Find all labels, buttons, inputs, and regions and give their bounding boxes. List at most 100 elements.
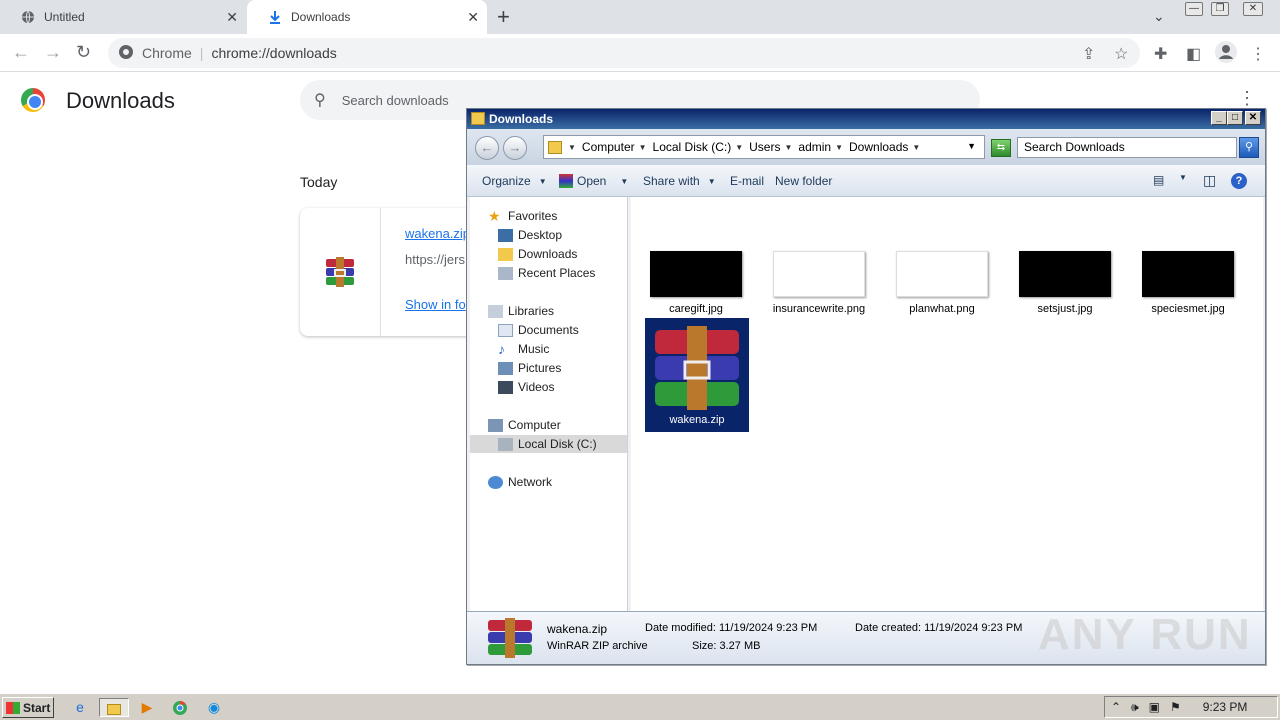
nav-documents[interactable]: Documents xyxy=(498,321,579,339)
file-name: insurancewrite.png xyxy=(772,303,866,315)
chevron-down-icon[interactable]: ▼ xyxy=(735,143,743,152)
details-file-name: wakena.zip xyxy=(547,622,608,636)
preview-pane-icon[interactable]: ◫ xyxy=(1203,172,1216,189)
nav-desktop[interactable]: Desktop xyxy=(498,226,562,244)
file-item[interactable]: speciesmet.jpg xyxy=(1137,251,1239,315)
download-source-url[interactable]: https://jers xyxy=(405,252,465,267)
back-arrow-icon[interactable]: ← xyxy=(12,42,30,63)
forward-arrow-icon[interactable]: → xyxy=(503,136,527,160)
chevron-down-icon[interactable]: ▼ xyxy=(784,143,792,152)
new-tab-button[interactable]: + xyxy=(497,4,510,30)
new-folder-button[interactable]: New folder xyxy=(775,174,832,188)
forward-arrow-icon[interactable]: → xyxy=(44,42,62,63)
nav-music[interactable]: ♪ Music xyxy=(498,340,549,358)
nav-recent-places[interactable]: Recent Places xyxy=(498,264,595,282)
file-item-selected[interactable]: wakena.zip xyxy=(645,318,749,432)
chevron-down-icon[interactable]: ▼ xyxy=(912,143,920,152)
nav-local-disk[interactable]: Local Disk (C:) xyxy=(470,435,627,453)
close-window-icon[interactable]: ✕ xyxy=(1243,2,1263,16)
close-icon[interactable]: ✕ xyxy=(1245,111,1261,125)
open-button[interactable]: Open ▼ xyxy=(559,174,628,188)
nav-network[interactable]: Network xyxy=(488,473,552,491)
folder-icon xyxy=(548,140,562,154)
start-button[interactable]: Start xyxy=(2,697,54,718)
action-center-flag-icon[interactable]: ⚑ xyxy=(1170,700,1181,714)
nav-downloads[interactable]: Downloads xyxy=(498,245,577,263)
chevron-down-icon[interactable]: ▼ xyxy=(1179,173,1187,182)
nav-videos[interactable]: Videos xyxy=(498,378,554,396)
back-arrow-icon[interactable]: ← xyxy=(475,136,499,160)
breadcrumb[interactable]: ▼ Computer ▼ Local Disk (C:) ▼ Users ▼ a… xyxy=(543,135,985,159)
reload-icon[interactable]: ↻ xyxy=(76,42,91,63)
bookmark-star-icon[interactable]: ☆ xyxy=(1114,44,1128,64)
refresh-icon[interactable]: ⇆ xyxy=(991,139,1011,157)
windows-logo-icon xyxy=(6,701,20,714)
nav-label: Favorites xyxy=(508,209,558,223)
address-bar[interactable]: Chrome | chrome://downloads xyxy=(108,38,1140,68)
explorer-search-input[interactable]: Search Downloads xyxy=(1017,137,1237,158)
open-label: Open xyxy=(577,174,607,188)
side-panel-icon[interactable]: ◧ xyxy=(1186,44,1201,64)
internet-explorer-icon[interactable]: e xyxy=(70,698,90,717)
organize-button[interactable]: Organize ▼ xyxy=(482,174,547,188)
explorer-title-bar[interactable]: Downloads xyxy=(467,109,1265,129)
show-in-folder-link[interactable]: Show in fo xyxy=(405,297,466,312)
address-history-dropdown-icon[interactable]: ▼ xyxy=(967,141,976,151)
nav-computer[interactable]: Computer xyxy=(488,416,561,434)
search-icon[interactable]: ⚲ xyxy=(1239,137,1259,158)
page-title: Downloads xyxy=(66,88,175,113)
maximize-icon[interactable]: □ xyxy=(1227,111,1243,125)
breadcrumb-computer[interactable]: Computer xyxy=(582,140,635,154)
tab-title: Downloads xyxy=(291,10,351,24)
help-icon[interactable]: ? xyxy=(1231,173,1247,189)
close-tab-icon[interactable]: ✕ xyxy=(467,9,479,26)
minimize-icon[interactable]: — xyxy=(1185,2,1203,16)
command-bar: Organize ▼ Open ▼ Share with ▼ E-mail New f… xyxy=(467,165,1265,197)
file-item[interactable]: setsjust.jpg xyxy=(1014,251,1116,315)
file-item[interactable]: caregift.jpg xyxy=(645,251,747,315)
nav-favorites[interactable]: ★ Favorites xyxy=(488,207,557,225)
chevron-down-icon[interactable]: ▼ xyxy=(835,143,843,152)
nav-label: Local Disk (C:) xyxy=(518,437,597,451)
tray-expand-icon[interactable]: ⌃ xyxy=(1111,700,1121,714)
profile-avatar-icon[interactable] xyxy=(1215,41,1237,63)
breadcrumb-local-disk[interactable]: Local Disk (C:) xyxy=(653,140,732,154)
browser-menu-icon[interactable]: ⋮ xyxy=(1250,44,1266,64)
download-file-link[interactable]: wakena.zip xyxy=(405,226,470,241)
explorer-taskbar-icon[interactable] xyxy=(99,698,129,717)
tab-downloads[interactable]: Downloads ✕ xyxy=(247,0,487,34)
file-item[interactable]: insurancewrite.png xyxy=(768,251,870,315)
nav-pictures[interactable]: Pictures xyxy=(498,359,561,377)
globe-icon xyxy=(20,9,36,25)
system-tray: ⌃ 🕪 ▣ ⚑ 9:23 PM xyxy=(1104,696,1278,718)
nav-libraries[interactable]: Libraries xyxy=(488,302,554,320)
chevron-down-icon[interactable]: ▼ xyxy=(568,143,576,152)
breadcrumb-downloads[interactable]: Downloads xyxy=(849,140,908,154)
network-tray-icon[interactable]: ▣ xyxy=(1149,700,1160,714)
edge-icon[interactable]: ◉ xyxy=(204,698,224,717)
chevron-down-icon[interactable]: ▼ xyxy=(639,143,647,152)
explorer-address-row: ← → ▼ Computer ▼ Local Disk (C:) ▼ Users… xyxy=(467,129,1265,165)
file-item[interactable]: planwhat.png xyxy=(891,251,993,315)
card-divider xyxy=(380,208,381,336)
minimize-icon[interactable]: _ xyxy=(1211,111,1227,125)
chevron-down-icon[interactable]: ⌄ xyxy=(1153,8,1165,25)
extensions-icon[interactable]: ✚ xyxy=(1154,44,1167,64)
media-player-icon[interactable]: ▶ xyxy=(137,698,157,717)
email-button[interactable]: E-mail xyxy=(730,174,764,188)
volume-icon[interactable]: 🕪 xyxy=(1131,700,1139,715)
clock[interactable]: 9:23 PM xyxy=(1203,700,1248,714)
change-view-icon[interactable]: ▤ xyxy=(1153,173,1164,187)
downloads-menu-icon[interactable]: ⋮ xyxy=(1238,88,1256,109)
pictures-icon xyxy=(498,361,513,375)
close-tab-icon[interactable]: ✕ xyxy=(226,9,238,26)
breadcrumb-admin[interactable]: admin xyxy=(798,140,831,154)
breadcrumb-users[interactable]: Users xyxy=(749,140,780,154)
nav-label: Pictures xyxy=(518,361,562,375)
tab-untitled[interactable]: Untitled ✕ xyxy=(0,0,246,34)
restore-icon[interactable]: ❐ xyxy=(1211,2,1229,16)
share-icon[interactable]: ⇪ xyxy=(1082,44,1095,64)
share-with-button[interactable]: Share with ▼ xyxy=(643,174,716,188)
organize-label: Organize xyxy=(482,174,531,188)
chrome-taskbar-icon[interactable] xyxy=(170,698,190,717)
